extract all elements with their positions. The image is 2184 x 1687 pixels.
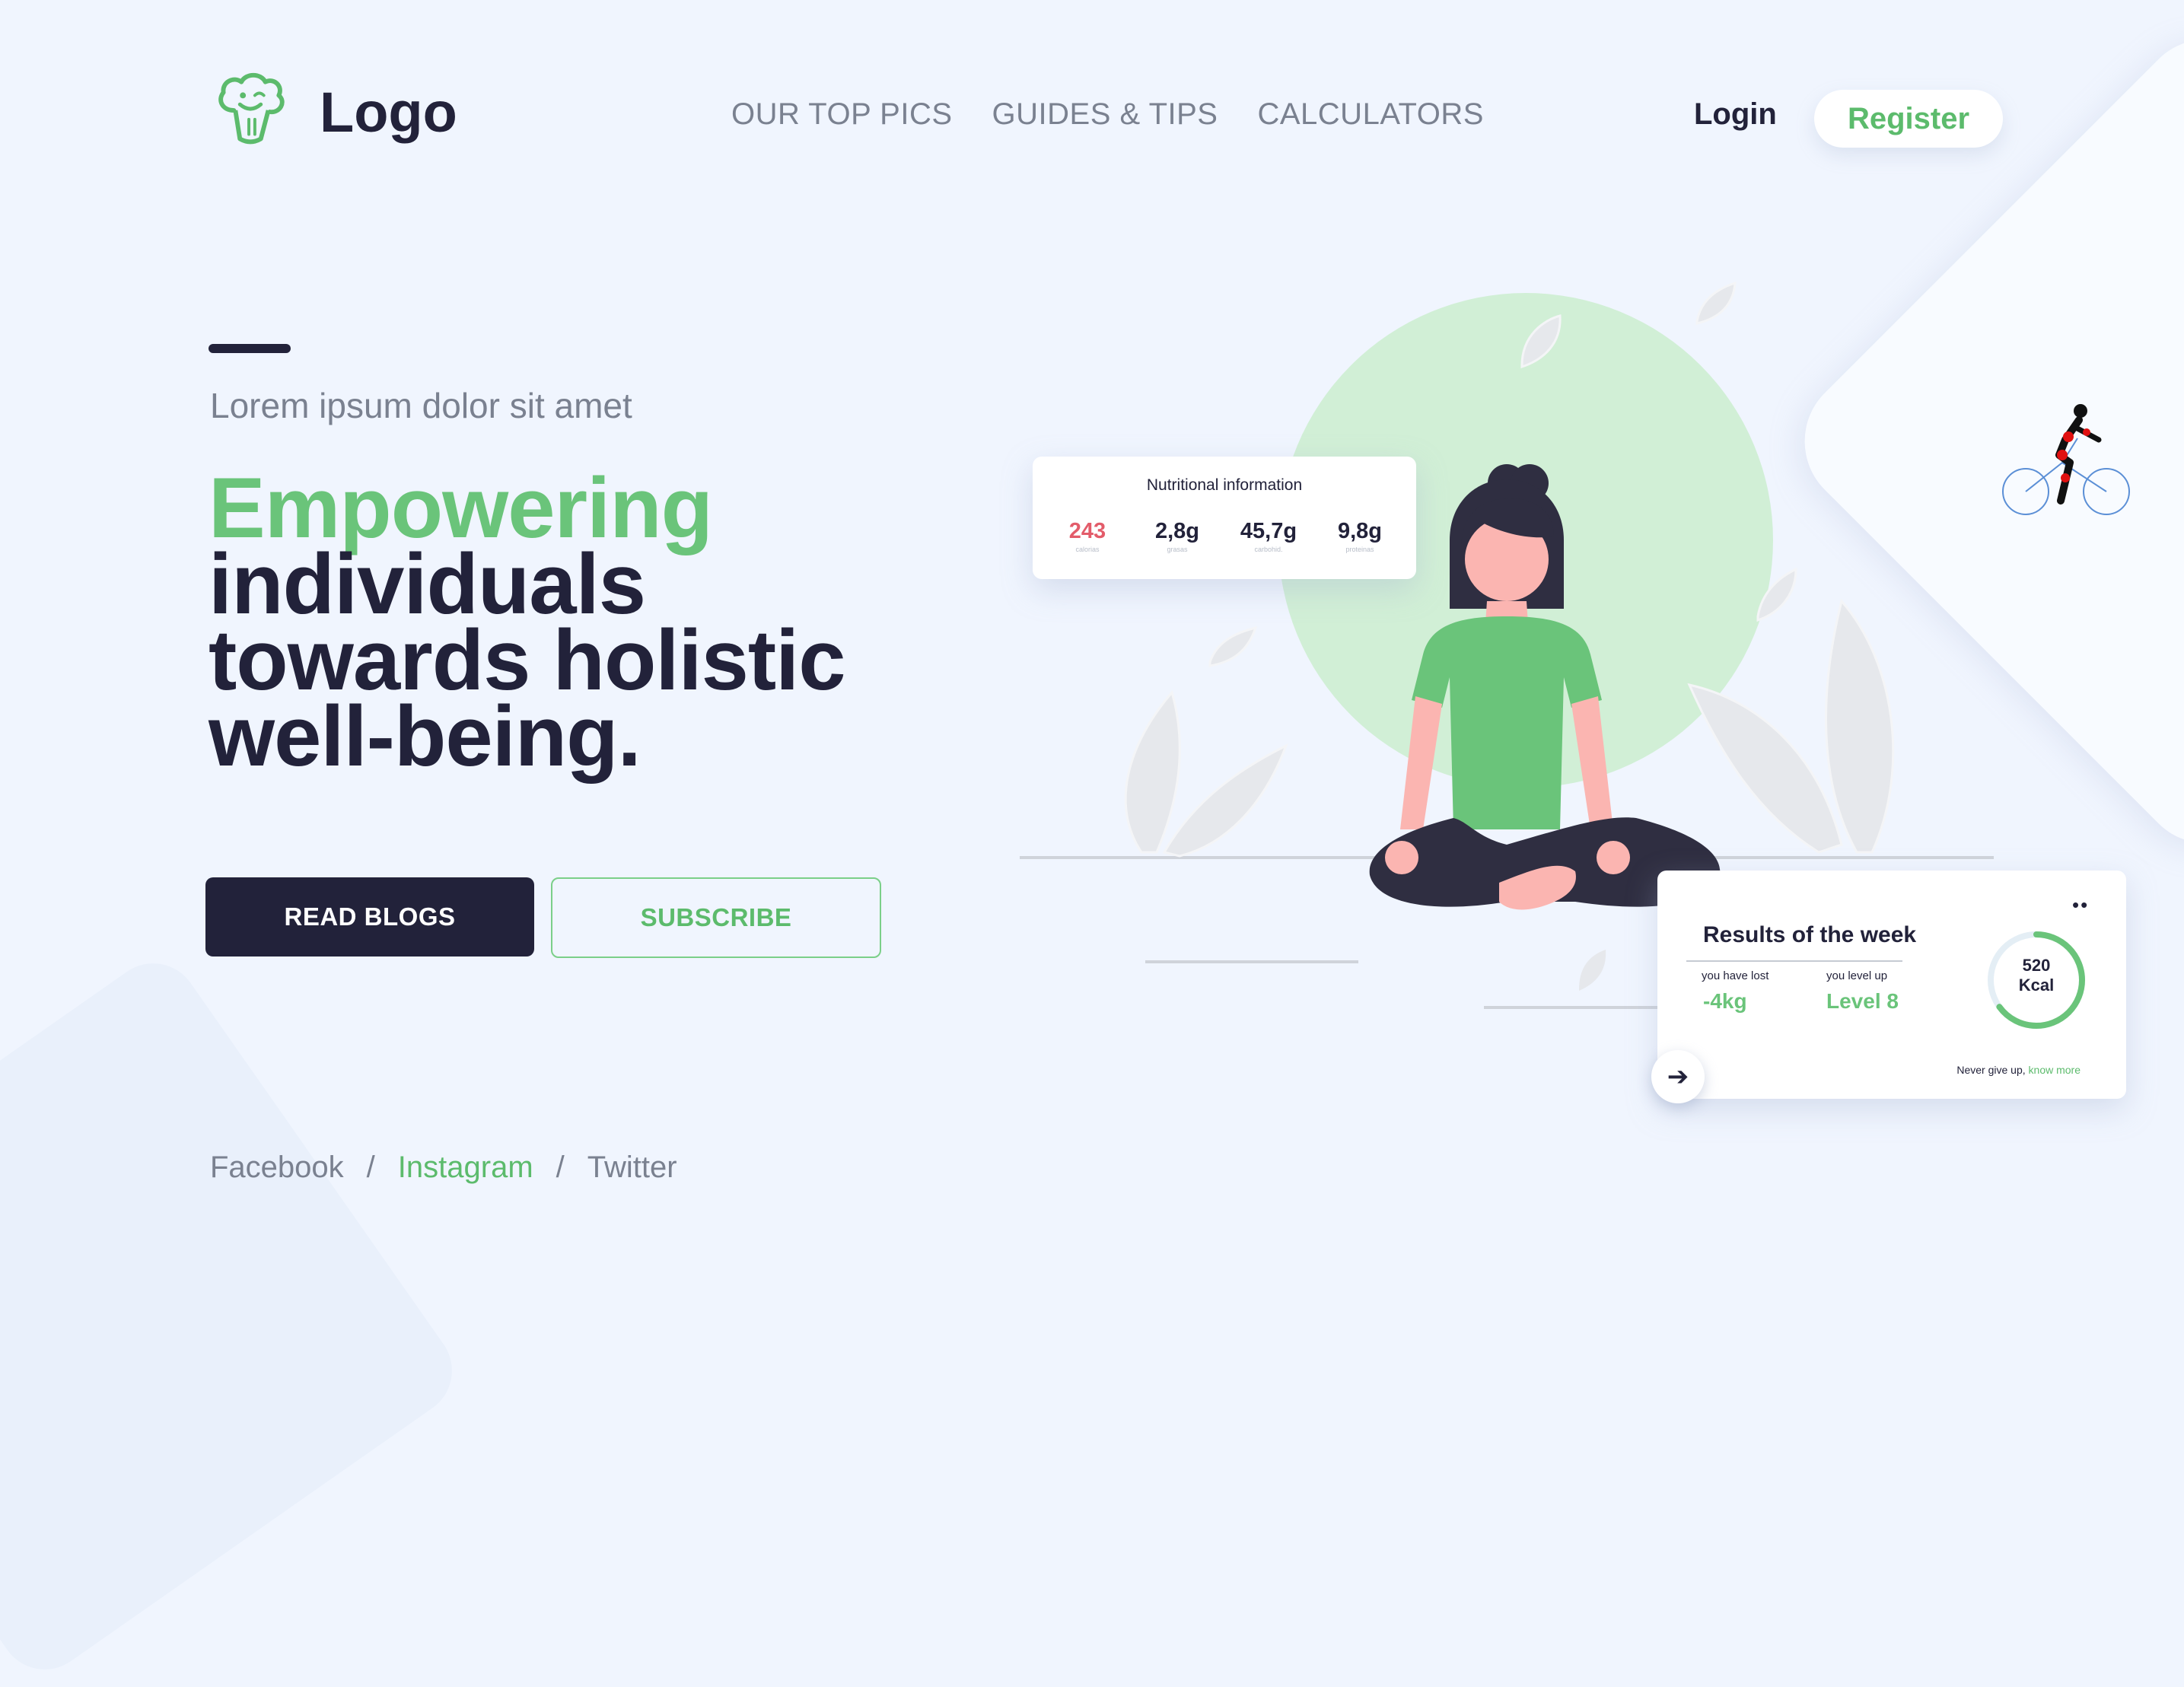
main-nav: OUR TOP PICS GUIDES & TIPS CALCULATORS [731, 97, 1484, 132]
social-links: Facebook / Instagram / Twitter [210, 1151, 677, 1185]
carbs-label: carbohid. [1254, 546, 1283, 553]
level-label: you level up [1826, 969, 1888, 982]
nutrition-title: Nutritional information [1146, 476, 1303, 494]
hero-headline: Empowering individuals towards holistic … [209, 460, 846, 784]
broccoli-logo-icon [218, 72, 285, 145]
nav-top-picks[interactable]: OUR TOP PICS [731, 97, 953, 132]
more-options-icon[interactable]: •• [2072, 893, 2089, 917]
social-separator: / [366, 1151, 375, 1184]
nav-calculators[interactable]: CALCULATORS [1257, 97, 1483, 132]
title-dash [209, 344, 291, 353]
hero-subtitle: Lorem ipsum dolor sit amet [210, 386, 632, 425]
lost-label: you have lost [1702, 969, 1769, 982]
facebook-link[interactable]: Facebook [210, 1151, 344, 1185]
logo[interactable]: Logo [205, 67, 457, 157]
social-separator: / [556, 1151, 565, 1184]
nutrition-item: 243 calorias [1042, 519, 1133, 553]
leaf [1579, 950, 1606, 991]
level-value: Level 8 [1826, 989, 1899, 1013]
kcal-value: 520 [2022, 956, 2051, 975]
calories-label: calorias [1075, 546, 1100, 553]
nav-guides-tips[interactable]: GUIDES & TIPS [992, 97, 1218, 132]
nutrition-item: 45,7g carbohid. [1223, 519, 1314, 553]
background-diamond-left [0, 945, 470, 1687]
kcal-unit: Kcal [2018, 976, 2055, 995]
fat-value: 2,8g [1154, 519, 1200, 543]
carbs-value: 45,7g [1240, 519, 1297, 543]
instagram-link[interactable]: Instagram [398, 1151, 533, 1185]
results-card: •• Results of the week you have lost -4k… [1657, 871, 2126, 1099]
kcal-readout: 520 Kcal [1985, 956, 2088, 995]
plant-left [1124, 625, 1288, 858]
login-link[interactable]: Login [1694, 97, 1777, 132]
twitter-link[interactable]: Twitter [587, 1151, 677, 1185]
nutrition-item: 2,8g grasas [1132, 519, 1223, 553]
lost-value: -4kg [1703, 989, 1747, 1013]
results-divider [1686, 960, 1902, 962]
protein-label: proteinas [1345, 546, 1374, 553]
subscribe-button[interactable]: SUBSCRIBE [551, 877, 881, 958]
cyclist-icon [2002, 404, 2130, 515]
headline-accent: Empowering [209, 460, 713, 555]
logo-text: Logo [320, 80, 457, 144]
headline-line: towards holistic [209, 613, 846, 708]
fat-label: grasas [1167, 546, 1188, 553]
headline-line: individuals [209, 536, 646, 632]
headline-line: well-being. [209, 689, 642, 784]
arrow-right-icon[interactable]: ➔ [1651, 1050, 1705, 1103]
note-text: Never give up, [1956, 1064, 2026, 1076]
calories-value: 243 [1068, 519, 1106, 543]
encouragement-note: Never give up, know more [1956, 1064, 2081, 1076]
results-title: Results of the week [1703, 922, 1917, 947]
read-blogs-button[interactable]: READ BLOGS [205, 877, 534, 956]
nutrition-card: Nutritional information 243 calorias 2,8… [1033, 457, 1416, 579]
know-more-link[interactable]: know more [2029, 1064, 2081, 1076]
nutrition-item: 9,8g proteinas [1314, 519, 1406, 553]
register-button[interactable]: Register [1814, 90, 2003, 148]
protein-value: 9,8g [1337, 519, 1383, 543]
